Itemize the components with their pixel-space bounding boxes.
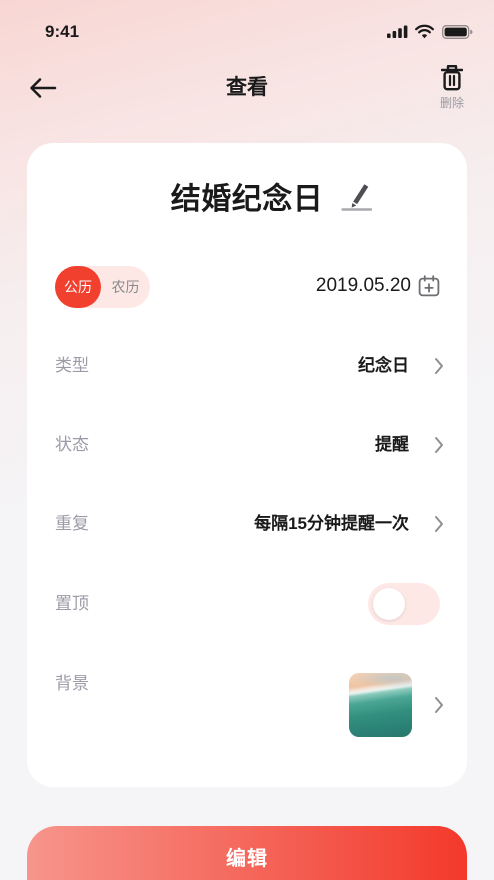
pin-toggle[interactable] [368,583,440,625]
status-label: 状态 [55,435,89,454]
chevron-right-icon[interactable] [434,696,444,714]
pencil-icon [341,184,373,211]
delete-button[interactable]: 删除 [434,63,470,113]
battery-icon [442,25,473,39]
edit-button[interactable]: 编辑 [27,826,467,880]
chevron-right-icon [435,516,443,532]
status-value: 提醒 [375,435,409,454]
chevron-right-icon [435,358,443,374]
event-title: 结婚纪念日 [170,183,324,216]
date-picker-button[interactable] [418,275,440,297]
background-label: 背景 [55,674,89,693]
trash-icon [441,65,463,91]
status-row[interactable]: 状态 提醒 [27,425,467,465]
page-title: 查看 [226,76,268,99]
chevron-right-icon [435,437,443,453]
cellular-signal-icon [387,25,408,38]
background-thumbnail[interactable] [349,673,412,737]
edit-title-button[interactable] [341,179,373,211]
wifi-icon [415,24,434,39]
type-value: 纪念日 [358,356,409,375]
calendar-mode-switch: 公历 农历 [55,266,150,308]
status-time: 9:41 [45,22,80,41]
delete-label: 删除 [439,96,464,110]
solar-calendar-option[interactable]: 公历 [55,266,101,308]
event-date[interactable]: 2019.05.20 [316,273,411,299]
pin-label: 置顶 [55,594,89,613]
repeat-value: 每隔15分钟提醒一次 [254,514,409,533]
lunar-calendar-option[interactable]: 农历 [101,266,150,308]
repeat-label: 重复 [55,514,89,533]
event-detail-card: 结婚纪念日 公历 农历 2019.05.20 类型 纪念日 状态 提醒 重复 每… [27,143,467,787]
calendar-plus-icon [418,275,440,297]
repeat-row[interactable]: 重复 每隔15分钟提醒一次 [27,504,467,544]
edit-button-label: 编辑 [226,848,268,870]
toggle-knob [373,588,405,620]
type-label: 类型 [55,356,89,375]
type-row[interactable]: 类型 纪念日 [27,346,467,386]
